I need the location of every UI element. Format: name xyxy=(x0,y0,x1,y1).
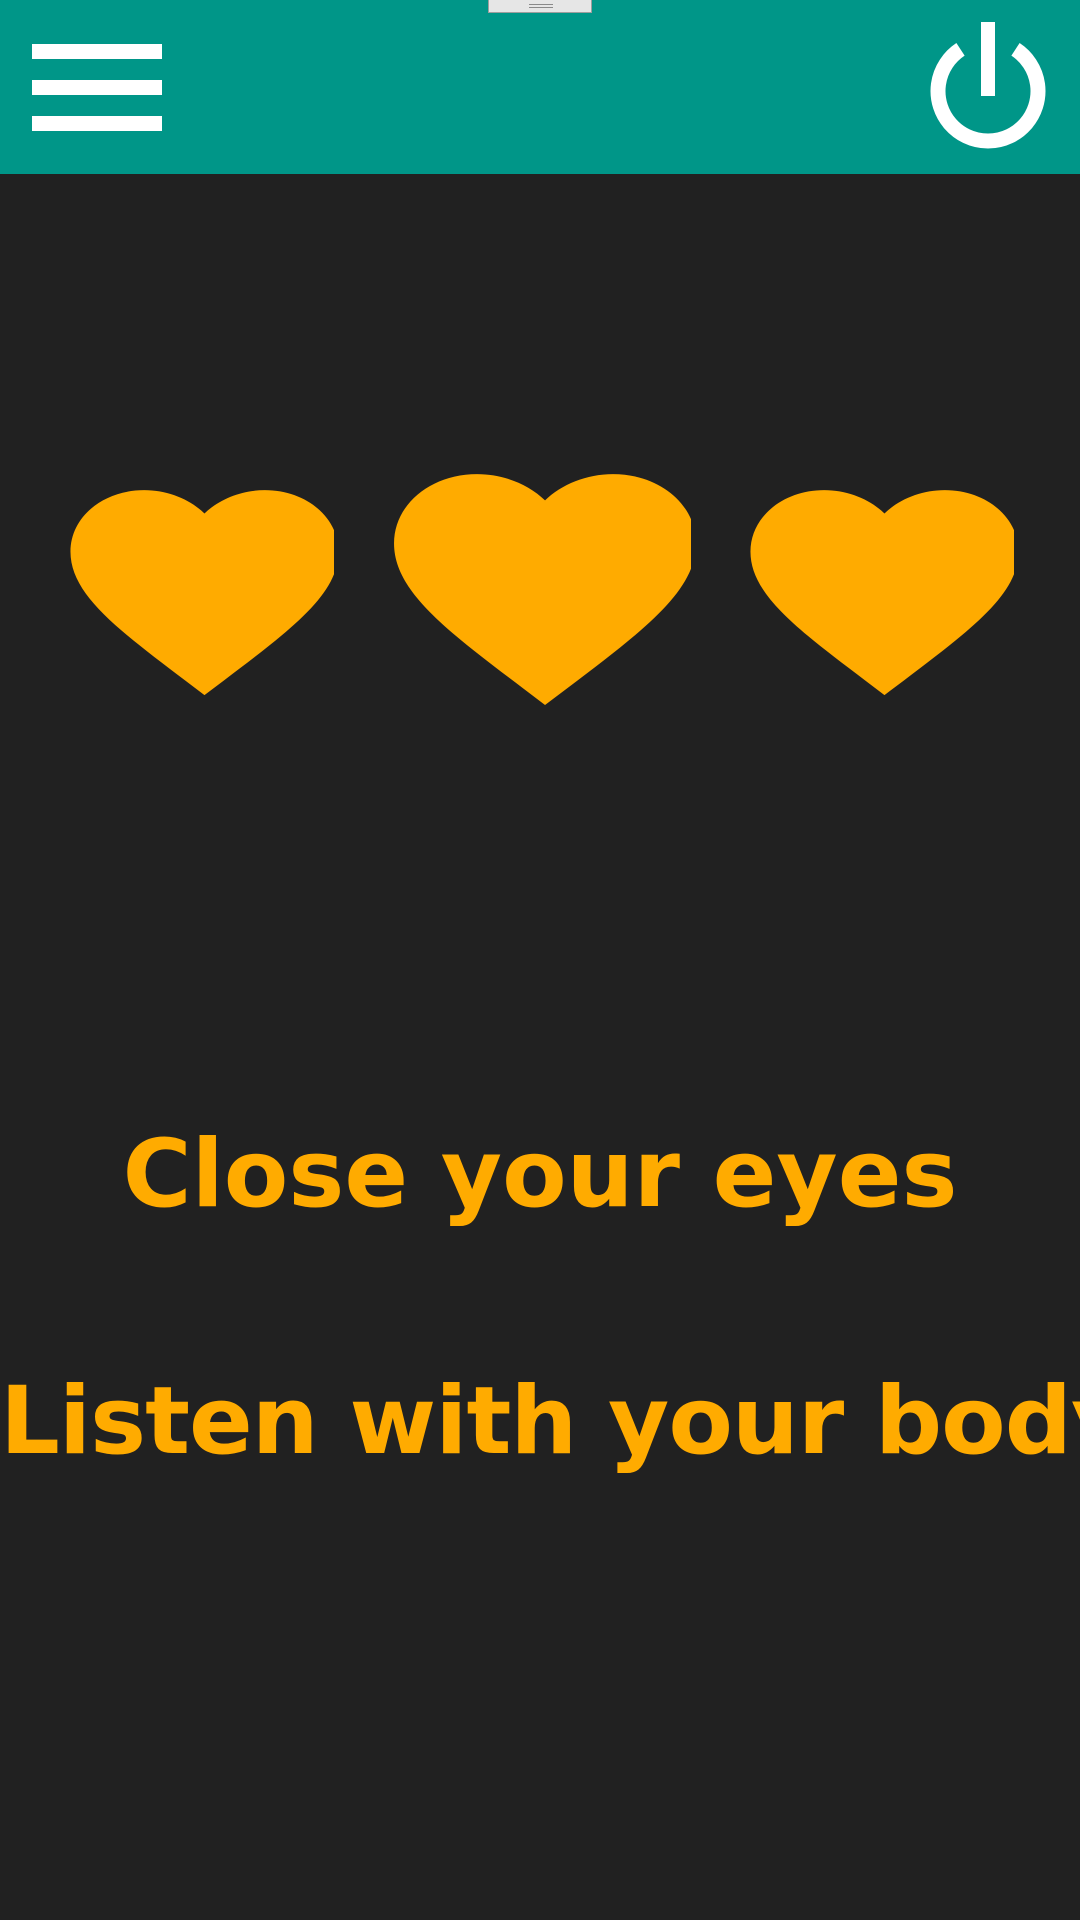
instruction-close-eyes: Close your eyes xyxy=(122,1120,958,1229)
heart-icon xyxy=(394,474,691,705)
heart-icon xyxy=(70,490,334,696)
instruction-listen-body: Listen with your body xyxy=(0,1367,1080,1476)
app-screen: Close your eyes Listen with your body xyxy=(0,0,1080,1920)
hearts-row xyxy=(0,0,1080,800)
heart-icon xyxy=(750,490,1014,696)
